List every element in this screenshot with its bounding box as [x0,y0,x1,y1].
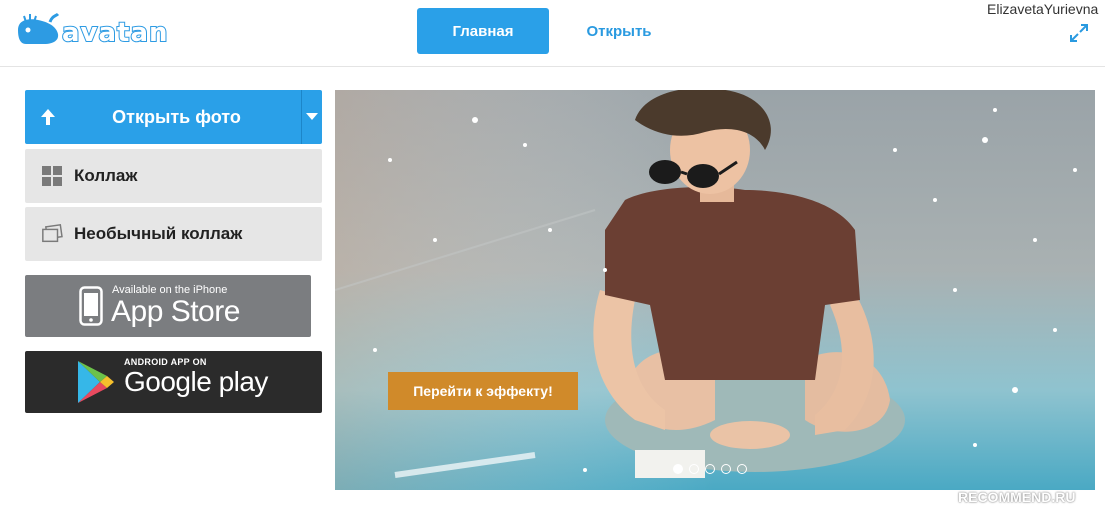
expand-icon[interactable] [1068,22,1090,44]
whale-icon [18,12,60,44]
iphone-icon [79,286,103,326]
slide-dot[interactable] [721,464,731,474]
unusual-collage-button[interactable]: Необычный коллаж [25,207,322,261]
nav-open-link[interactable]: Открыть [570,8,668,54]
chevron-down-icon [306,113,318,120]
app-store-badge[interactable]: Available on the iPhone App Store [25,275,311,337]
open-photo-label: Открыть фото [112,106,241,127]
slide-dot[interactable] [705,464,715,474]
google-play-badge[interactable]: ANDROID APP ON Google play [25,351,322,413]
go-to-effect-button[interactable]: Перейти к эффекту! [388,372,578,410]
nav-home-button[interactable]: Главная [417,8,549,54]
collage-label: Коллаж [74,166,138,185]
avatan-logo[interactable]: avatan [14,12,169,52]
arrow-up-icon [41,109,55,125]
top-bar: avatan Главная Открыть ElizavetaYurievna [0,0,1105,67]
watermark: RECOMMEND.RU [958,489,1076,505]
unusual-collage-label: Необычный коллаж [74,224,243,243]
photos-stack-icon [42,223,63,243]
grid-icon [42,166,62,186]
hero-photo [335,90,1095,490]
google-play-big-text: Google play [124,366,268,397]
app-store-big-text: App Store [111,295,240,328]
hero-slider[interactable]: Перейти к эффекту! [335,90,1095,490]
collage-button[interactable]: Коллаж [25,149,322,203]
username[interactable]: ElizavetaYurievna [987,1,1098,17]
slide-dot[interactable] [737,464,747,474]
slide-dot[interactable] [673,464,683,474]
slider-pagination [673,464,747,474]
slide-dot[interactable] [689,464,699,474]
google-play-icon [78,361,114,403]
open-photo-button[interactable]: Открыть фото [25,90,322,144]
logo-text: avatan [61,17,169,49]
open-photo-dropdown[interactable] [302,90,322,144]
